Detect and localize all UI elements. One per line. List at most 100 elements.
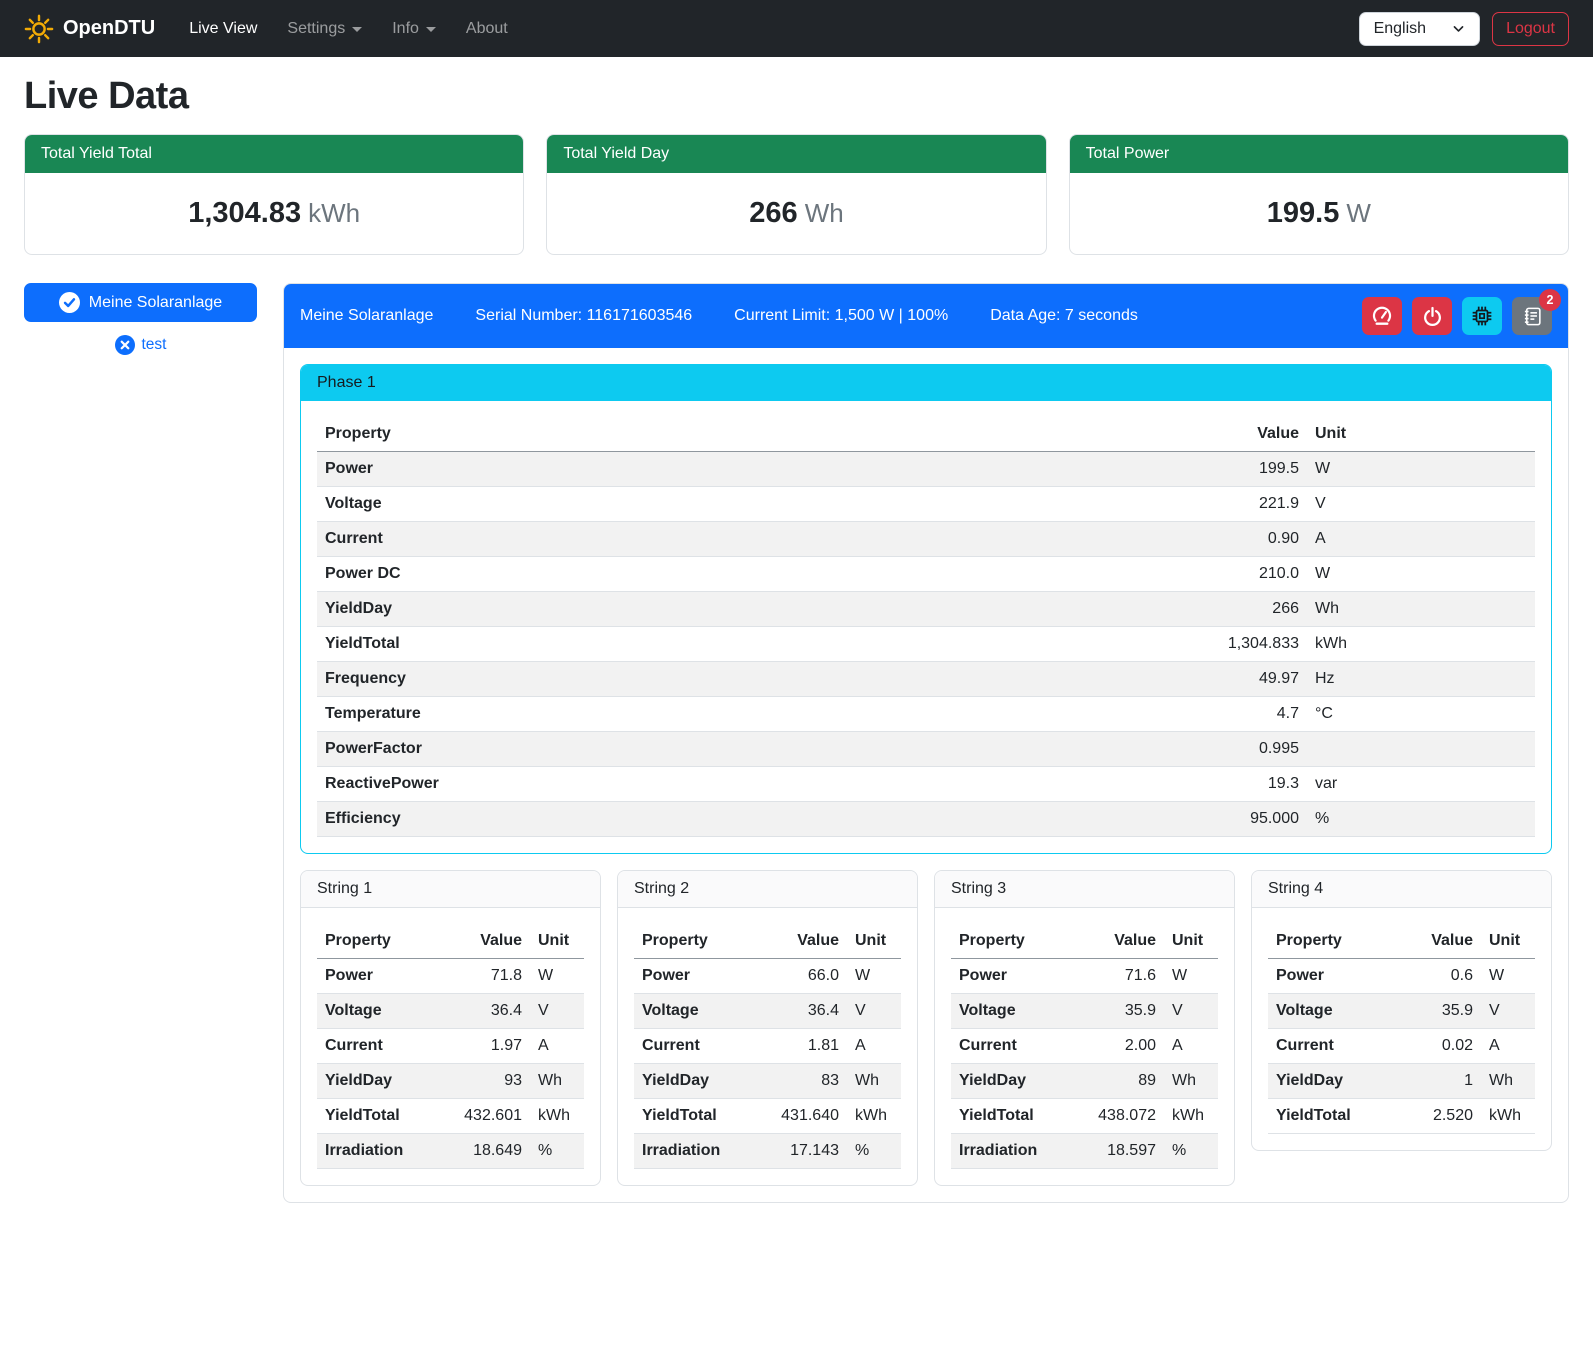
string-card-body: Property Value Unit Power 71.8 W Voltage…: [301, 908, 600, 1185]
string-table-head: Property Value Unit: [317, 924, 584, 959]
main-row: Meine Solaranlage test Meine Solaranlage…: [24, 283, 1569, 1203]
table-header-row: Property Value Unit: [317, 924, 584, 959]
string-card-title: String 1: [301, 871, 600, 908]
value-cell: 221.9: [909, 487, 1307, 522]
string-card: String 2 Property Value Unit Power 66.0 …: [617, 870, 918, 1186]
column-unit: Unit: [1164, 924, 1218, 959]
x-circle-icon: [115, 335, 135, 355]
property-cell: Voltage: [1268, 994, 1398, 1029]
logout-button[interactable]: Logout: [1492, 12, 1569, 46]
unit-cell: %: [1307, 802, 1535, 837]
nav-link[interactable]: About: [466, 20, 508, 38]
value-cell: 431.640: [753, 1099, 847, 1134]
property-cell: Power: [1268, 959, 1398, 994]
inverter-card-header: Meine Solaranlage Serial Number: 1161716…: [284, 284, 1568, 348]
phase-card: Phase 1 Property Value Unit Power 1: [300, 364, 1552, 854]
table-row: Voltage 36.4 V: [317, 994, 584, 1029]
table-row: Current 1.81 A: [634, 1029, 901, 1064]
string-card-title: String 4: [1252, 871, 1551, 908]
inverter-card-body: Phase 1 Property Value Unit Power 1: [284, 348, 1568, 1202]
value-cell: 35.9: [1398, 994, 1481, 1029]
unit-cell: W: [1307, 452, 1535, 487]
property-cell: Power: [317, 959, 436, 994]
unit-cell: V: [1481, 994, 1535, 1029]
table-row: Voltage 36.4 V: [634, 994, 901, 1029]
limit-settings-button[interactable]: [1362, 297, 1402, 335]
restart-device-button[interactable]: [1462, 297, 1502, 335]
sun-logo-icon: [24, 14, 54, 44]
inverter-alt-label: test: [142, 336, 167, 354]
unit-cell: Wh: [530, 1064, 584, 1099]
unit-cell: Hz: [1307, 662, 1535, 697]
page-container: Live Data Total Yield Total 1,304.83kWh …: [0, 75, 1593, 1233]
string-table-body: Power 71.6 W Voltage 35.9 V Current 2.00…: [951, 959, 1218, 1169]
string-card-body: Property Value Unit Power 0.6 W Voltage …: [1252, 908, 1551, 1150]
table-row: Voltage 221.9 V: [317, 487, 1535, 522]
string-card-body: Property Value Unit Power 71.6 W Voltage…: [935, 908, 1234, 1185]
property-cell: Irradiation: [951, 1134, 1070, 1169]
string-table-body: Power 66.0 W Voltage 36.4 V Current 1.81…: [634, 959, 901, 1169]
value-cell: 1,304.833: [909, 627, 1307, 662]
table-row: YieldDay 83 Wh: [634, 1064, 901, 1099]
summary-card-value: 1,304.83: [188, 197, 301, 229]
value-cell: 0.90: [909, 522, 1307, 557]
table-row: YieldTotal 2.520 kWh: [1268, 1099, 1535, 1134]
nav-link[interactable]: Settings: [287, 20, 362, 38]
value-cell: 0.6: [1398, 959, 1481, 994]
inverter-data-age: Data Age: 7 seconds: [990, 307, 1138, 325]
inverter-alt-link[interactable]: test: [24, 335, 257, 355]
unit-cell: [1307, 732, 1535, 767]
summary-card-title: Total Yield Day: [547, 135, 1045, 173]
property-cell: YieldDay: [634, 1064, 753, 1099]
inverter-select-button[interactable]: Meine Solaranlage: [24, 283, 257, 322]
column-property: Property: [951, 924, 1070, 959]
nav-link[interactable]: Live View: [189, 20, 257, 38]
property-cell: Current: [951, 1029, 1070, 1064]
table-row: Irradiation 18.597 %: [951, 1134, 1218, 1169]
string-card-title: String 3: [935, 871, 1234, 908]
power-icon: [1422, 306, 1443, 327]
value-cell: 2.00: [1070, 1029, 1164, 1064]
column-value: Value: [753, 924, 847, 959]
value-cell: 71.6: [1070, 959, 1164, 994]
table-row: PowerFactor 0.995: [317, 732, 1535, 767]
unit-cell: W: [1481, 959, 1535, 994]
property-cell: YieldDay: [317, 592, 909, 627]
value-cell: 35.9: [1070, 994, 1164, 1029]
unit-cell: V: [1164, 994, 1218, 1029]
property-cell: Efficiency: [317, 802, 909, 837]
property-cell: Power: [951, 959, 1070, 994]
property-cell: Voltage: [634, 994, 753, 1029]
value-cell: 66.0: [753, 959, 847, 994]
value-cell: 4.7: [909, 697, 1307, 732]
event-log-button[interactable]: 2: [1512, 297, 1552, 335]
table-row: YieldDay 93 Wh: [317, 1064, 584, 1099]
value-cell: 0.995: [909, 732, 1307, 767]
event-count-badge: 2: [1539, 289, 1561, 311]
unit-cell: kWh: [1307, 627, 1535, 662]
inverter-selector-sidebar: Meine Solaranlage test: [24, 283, 257, 355]
inverter-serial: Serial Number: 116171603546: [475, 307, 692, 325]
table-row: Power 71.6 W: [951, 959, 1218, 994]
table-row: Frequency 49.97 Hz: [317, 662, 1535, 697]
unit-cell: A: [1307, 522, 1535, 557]
nav-link[interactable]: Info: [392, 20, 436, 38]
power-toggle-button[interactable]: [1412, 297, 1452, 335]
unit-cell: °C: [1307, 697, 1535, 732]
column-property: Property: [634, 924, 753, 959]
phase-card-title: Phase 1: [301, 365, 1551, 401]
column-property: Property: [317, 924, 436, 959]
brand-link[interactable]: OpenDTU: [24, 14, 155, 44]
unit-cell: W: [1307, 557, 1535, 592]
column-value: Value: [1070, 924, 1164, 959]
inverter-card: Meine Solaranlage Serial Number: 1161716…: [283, 283, 1569, 1203]
nav-link-label: Info: [392, 20, 419, 38]
unit-cell: var: [1307, 767, 1535, 802]
language-select[interactable]: English: [1359, 12, 1480, 46]
brand-label: OpenDTU: [63, 17, 155, 40]
summary-card-unit: W: [1346, 198, 1371, 228]
property-cell: YieldDay: [951, 1064, 1070, 1099]
property-cell: Power: [317, 452, 909, 487]
table-row: Power DC 210.0 W: [317, 557, 1535, 592]
phase-table: Property Value Unit Power 199.5 W Voltag…: [317, 417, 1535, 837]
